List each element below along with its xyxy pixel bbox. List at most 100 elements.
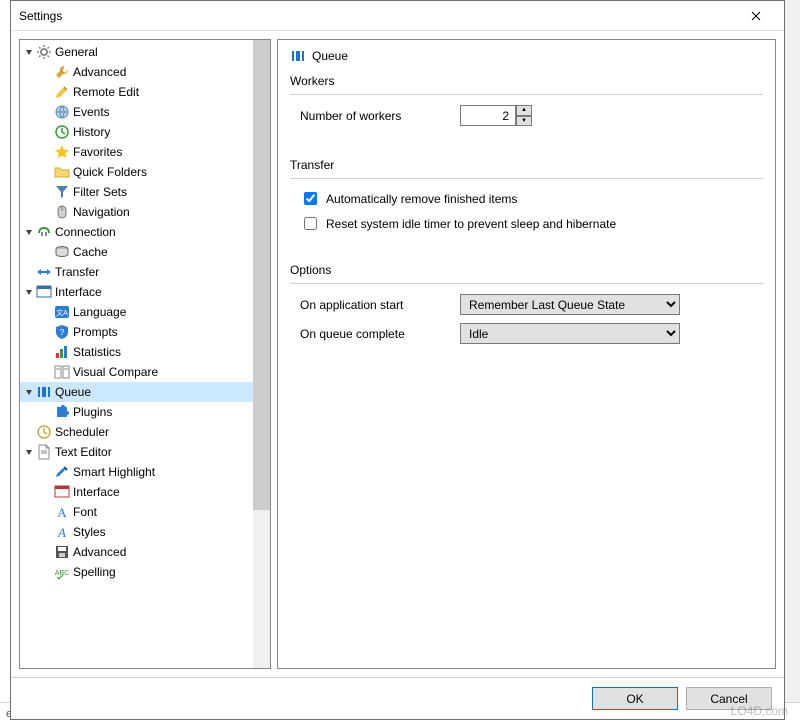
tree-item-navigation[interactable]: Navigation bbox=[20, 202, 253, 222]
tree-item-text-editor[interactable]: Text Editor bbox=[20, 442, 253, 462]
clock-icon bbox=[36, 424, 52, 440]
dialog-body: General Advanced Remote Edit Events History F… bbox=[11, 31, 784, 677]
tree-item-label: Transfer bbox=[55, 265, 99, 279]
tree-item-interface[interactable]: Interface bbox=[20, 282, 253, 302]
tree-item-label: Spelling bbox=[73, 565, 116, 579]
compare-icon bbox=[54, 364, 70, 380]
tree-item-label: Advanced bbox=[73, 545, 126, 559]
expand-toggle bbox=[22, 425, 36, 439]
close-icon bbox=[751, 11, 761, 21]
abc-icon: ABC bbox=[54, 564, 70, 580]
options-group-label: Options bbox=[290, 263, 763, 277]
tree-item-connection[interactable]: Connection bbox=[20, 222, 253, 242]
tree-item-filter-sets[interactable]: Filter Sets bbox=[20, 182, 253, 202]
tree-item-smart-highlight[interactable]: Smart Highlight bbox=[20, 462, 253, 482]
reset-idle-checkbox[interactable] bbox=[304, 217, 317, 230]
expand-toggle[interactable] bbox=[22, 285, 36, 299]
tree-item-label: Remote Edit bbox=[73, 85, 139, 99]
close-button[interactable] bbox=[736, 2, 776, 30]
pencil-icon bbox=[54, 84, 70, 100]
queue-icon bbox=[36, 384, 52, 400]
content-panel: Queue Workers Number of workers ▲ ▼ bbox=[277, 39, 776, 669]
tree-item-cache[interactable]: Cache bbox=[20, 242, 253, 262]
chart-icon bbox=[54, 344, 70, 360]
tree-item-favorites[interactable]: Favorites bbox=[20, 142, 253, 162]
window-title: Settings bbox=[19, 9, 736, 23]
number-of-workers-spinbox: ▲ ▼ bbox=[460, 105, 532, 126]
background-strip bbox=[0, 0, 10, 724]
font-a-icon: A bbox=[54, 504, 70, 520]
tree-item-remote-edit[interactable]: Remote Edit bbox=[20, 82, 253, 102]
tree-item-scheduler[interactable]: Scheduler bbox=[20, 422, 253, 442]
tree-item-font[interactable]: A Font bbox=[20, 502, 253, 522]
ok-button[interactable]: OK bbox=[592, 687, 678, 710]
auto-remove-checkbox[interactable] bbox=[304, 192, 317, 205]
tree-item-label: Smart Highlight bbox=[73, 465, 155, 479]
tree-item-statistics[interactable]: Statistics bbox=[20, 342, 253, 362]
tree-item-advanced[interactable]: Advanced bbox=[20, 62, 253, 82]
svg-text:A: A bbox=[57, 505, 67, 520]
expand-toggle[interactable] bbox=[22, 445, 36, 459]
tree-item-label: Interface bbox=[73, 485, 120, 499]
tree-item-label: Favorites bbox=[73, 145, 122, 159]
tree-item-styles[interactable]: AStyles bbox=[20, 522, 253, 542]
queue-icon bbox=[290, 48, 306, 64]
tree-item-prompts[interactable]: ?Prompts bbox=[20, 322, 253, 342]
tree-item-history[interactable]: History bbox=[20, 122, 253, 142]
tree-item-advanced[interactable]: Advanced bbox=[20, 542, 253, 562]
tree-item-plugins[interactable]: Plugins bbox=[20, 402, 253, 422]
tree-item-language[interactable]: 文ALanguage bbox=[20, 302, 253, 322]
auto-remove-label: Automatically remove finished items bbox=[326, 192, 517, 206]
titlebar: Settings bbox=[11, 1, 784, 31]
number-of-workers-label: Number of workers bbox=[300, 109, 460, 123]
tree-item-transfer[interactable]: Transfer bbox=[20, 262, 253, 282]
funnel-icon bbox=[54, 184, 70, 200]
workers-spin-down-button[interactable]: ▼ bbox=[516, 116, 532, 127]
auto-remove-row[interactable]: Automatically remove finished items bbox=[300, 189, 755, 208]
tree-item-label: Plugins bbox=[73, 405, 112, 419]
puzzle-icon bbox=[54, 404, 70, 420]
styles-a-icon: A bbox=[54, 524, 70, 540]
tree-item-queue[interactable]: Queue bbox=[20, 382, 253, 402]
tree-item-general[interactable]: General bbox=[20, 42, 253, 62]
content-header: Queue bbox=[290, 48, 763, 64]
tree-item-label: Prompts bbox=[73, 325, 118, 339]
highlighter-icon bbox=[54, 464, 70, 480]
star-icon bbox=[54, 144, 70, 160]
tree-item-label: Events bbox=[73, 105, 110, 119]
tree-item-label: Navigation bbox=[73, 205, 130, 219]
navigation-tree[interactable]: General Advanced Remote Edit Events History F… bbox=[20, 40, 253, 668]
tree-item-events[interactable]: Events bbox=[20, 102, 253, 122]
tree-item-label: Text Editor bbox=[55, 445, 112, 459]
tree-item-interface[interactable]: Interface bbox=[20, 482, 253, 502]
expand-toggle bbox=[22, 265, 36, 279]
on-complete-select[interactable]: Idle bbox=[460, 323, 680, 344]
expand-toggle[interactable] bbox=[22, 385, 36, 399]
tree-item-label: Filter Sets bbox=[73, 185, 127, 199]
tree-item-label: History bbox=[73, 125, 110, 139]
number-of-workers-input[interactable] bbox=[460, 105, 516, 126]
tree-scrollbar[interactable] bbox=[253, 40, 270, 668]
svg-text:A: A bbox=[57, 525, 66, 540]
on-start-label: On application start bbox=[300, 298, 460, 312]
on-start-select[interactable]: Remember Last Queue State bbox=[460, 294, 680, 315]
scrollbar-thumb[interactable] bbox=[253, 40, 270, 510]
expand-toggle[interactable] bbox=[22, 225, 36, 239]
tree-item-label: Advanced bbox=[73, 65, 126, 79]
gear-icon bbox=[36, 44, 52, 60]
workers-group-label: Workers bbox=[290, 74, 763, 88]
tree-item-label: Visual Compare bbox=[73, 365, 158, 379]
cancel-button[interactable]: Cancel bbox=[686, 687, 772, 710]
tree-item-quick-folders[interactable]: Quick Folders bbox=[20, 162, 253, 182]
tree-item-visual-compare[interactable]: Visual Compare bbox=[20, 362, 253, 382]
expand-toggle[interactable] bbox=[22, 45, 36, 59]
tree-item-label: Connection bbox=[55, 225, 116, 239]
dialog-footer: OK Cancel bbox=[11, 677, 784, 719]
reset-idle-row[interactable]: Reset system idle timer to prevent sleep… bbox=[300, 214, 755, 233]
tree-item-label: Font bbox=[73, 505, 97, 519]
workers-group: Workers Number of workers ▲ ▼ bbox=[290, 74, 763, 146]
content-title: Queue bbox=[312, 49, 348, 63]
workers-spin-up-button[interactable]: ▲ bbox=[516, 105, 532, 116]
tree-item-label: Language bbox=[73, 305, 126, 319]
tree-item-spelling[interactable]: ABCSpelling bbox=[20, 562, 253, 582]
